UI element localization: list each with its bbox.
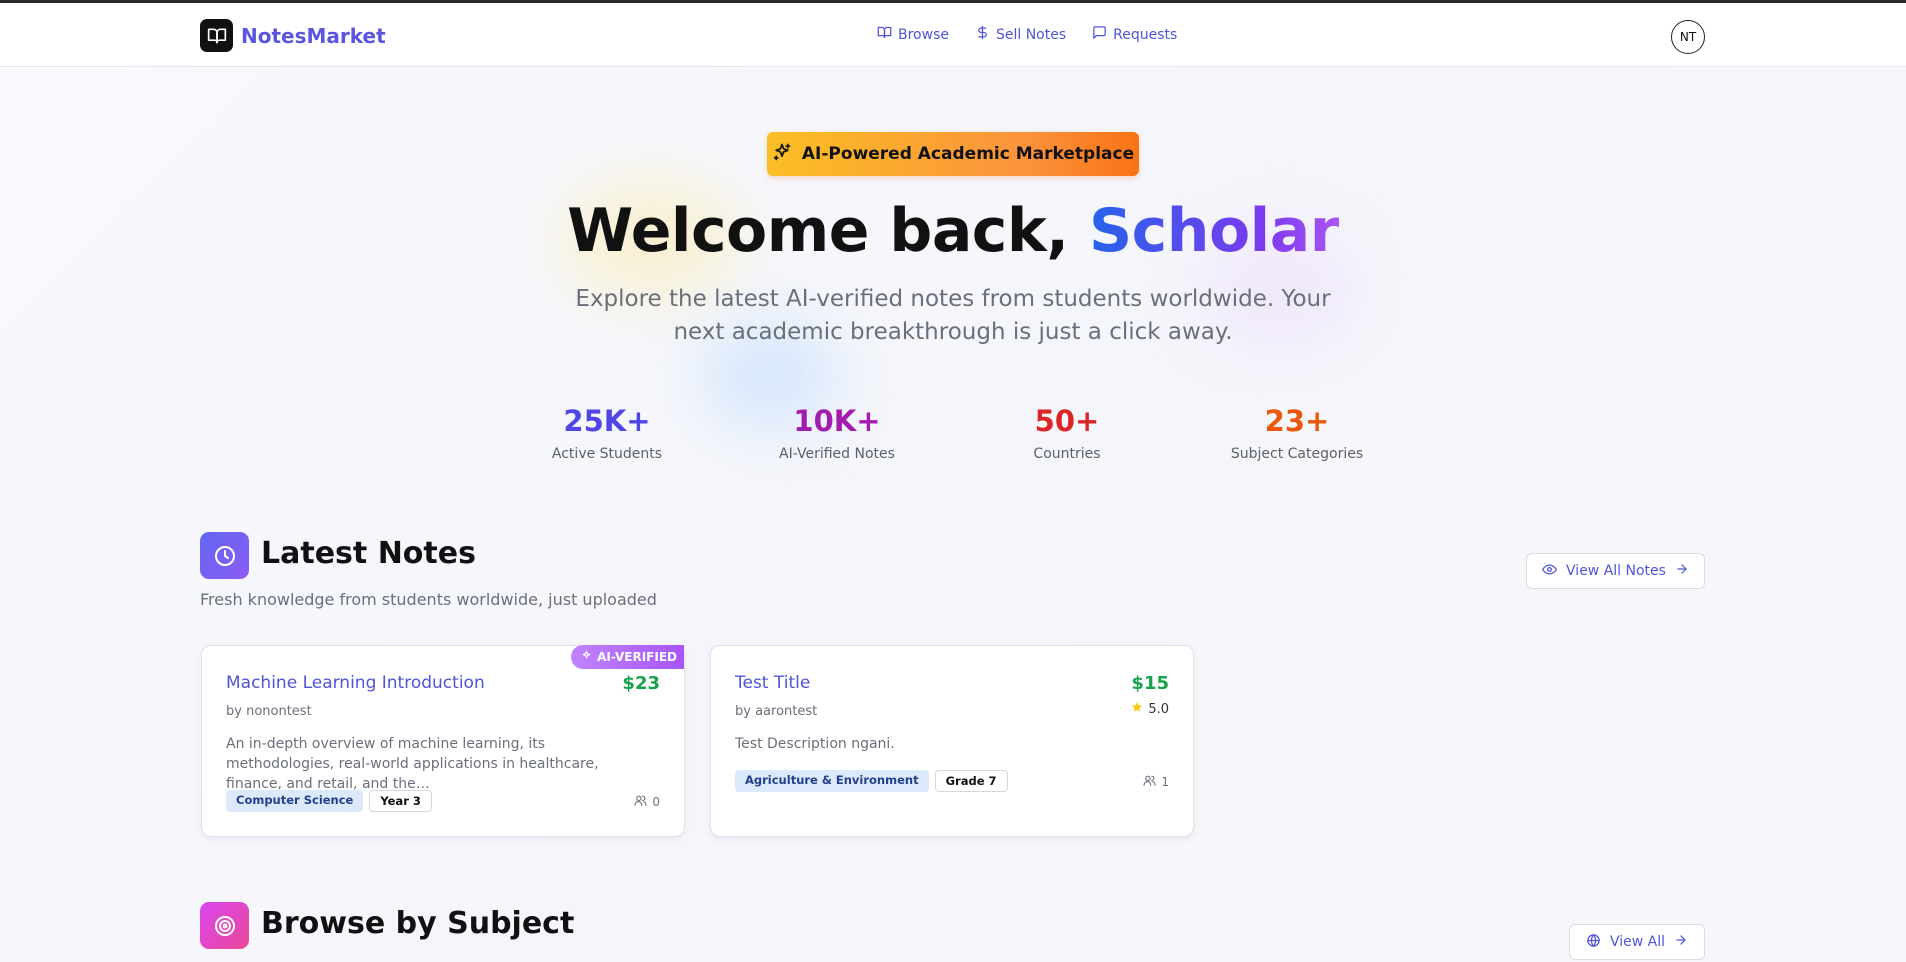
ai-verified-label: AI-VERIFIED	[597, 650, 677, 664]
stat-countries: 50+ Countries	[967, 404, 1167, 462]
ai-verified-badge: AI-VERIFIED	[571, 645, 684, 669]
users-icon	[634, 794, 647, 810]
note-tags: Agriculture & Environment Grade 7	[735, 770, 1008, 792]
subject-tag: Agriculture & Environment	[735, 770, 929, 792]
brand-logo[interactable]: NotesMarket	[200, 19, 386, 52]
book-open-icon	[877, 25, 892, 44]
stat-label: Active Students	[551, 446, 663, 462]
stat-value: 50+	[1034, 404, 1100, 438]
note-card[interactable]: Test Title $15 5.0 by aarontest Test Des…	[710, 645, 1194, 837]
hero-title-highlight: Scholar	[1088, 196, 1339, 266]
latest-notes-subtitle: Fresh knowledge from students worldwide,…	[200, 590, 657, 609]
stat-students: 25K+ Active Students	[507, 404, 707, 462]
stat-label: AI-Verified Notes	[779, 446, 895, 462]
stat-value: 25K+	[563, 404, 651, 438]
latest-notes-title: Latest Notes	[261, 536, 476, 571]
note-price: $23	[622, 673, 660, 694]
sparkles-icon	[581, 650, 592, 664]
nav-sell-notes-label: Sell Notes	[995, 26, 1067, 43]
note-title[interactable]: Machine Learning Introduction	[226, 673, 485, 693]
star-icon	[1131, 701, 1143, 717]
globe-icon	[1586, 933, 1601, 952]
note-card[interactable]: AI-VERIFIED Machine Learning Introductio…	[201, 645, 685, 837]
users-icon	[1143, 774, 1156, 790]
level-tag: Grade 7	[934, 770, 1008, 792]
nav-browse[interactable]: Browse	[877, 25, 949, 44]
arrow-right-icon	[1675, 562, 1689, 580]
stat-categories: 23+ Subject Categories	[1197, 404, 1397, 462]
note-title[interactable]: Test Title	[735, 673, 810, 693]
sparkles-icon	[772, 142, 792, 167]
note-author: by nonontest	[226, 704, 312, 719]
note-description: An in-depth overview of machine learning…	[226, 736, 599, 792]
stat-label: Subject Categories	[1230, 446, 1364, 462]
note-tags: Computer Science Year 3	[226, 790, 432, 812]
message-icon	[1092, 25, 1107, 44]
nav-requests-label: Requests	[1113, 26, 1178, 43]
main-nav: Browse Sell Notes Requests	[877, 25, 1177, 44]
target-icon	[200, 902, 249, 949]
note-rating-value: 5.0	[1148, 701, 1169, 717]
browse-subject-title: Browse by Subject	[261, 906, 575, 941]
hero-badge: AI-Powered Academic Marketplace	[767, 132, 1139, 176]
hero-title: Welcome back, Scholar	[0, 196, 1906, 266]
clock-icon	[200, 532, 249, 579]
hero-title-prefix: Welcome back,	[567, 196, 1089, 266]
top-navbar: NotesMarket Browse Sell Notes Requests N…	[0, 3, 1906, 67]
note-description: Test Description ngani.	[735, 736, 895, 752]
arrow-right-icon	[1674, 933, 1688, 951]
buyer-count-value: 0	[652, 795, 660, 809]
view-all-notes-label: View All Notes	[1566, 563, 1666, 579]
note-price: $15	[1131, 673, 1169, 694]
buyer-count-value: 1	[1161, 775, 1169, 789]
eye-icon	[1542, 562, 1558, 581]
stat-label: Countries	[1033, 446, 1101, 462]
dollar-icon	[975, 25, 990, 44]
user-avatar[interactable]: NT	[1671, 20, 1705, 54]
nav-sell-notes[interactable]: Sell Notes	[975, 25, 1066, 44]
brand-name: NotesMarket	[241, 23, 386, 48]
hero-badge-label: AI-Powered Academic Marketplace	[801, 144, 1135, 164]
nav-requests[interactable]: Requests	[1092, 25, 1177, 44]
stat-value: 10K+	[793, 404, 881, 438]
stat-notes: 10K+ AI-Verified Notes	[737, 404, 937, 462]
book-logo-icon	[200, 19, 233, 52]
buyer-count: 1	[1143, 774, 1169, 790]
view-all-notes-button[interactable]: View All Notes	[1526, 553, 1705, 589]
subject-tag: Computer Science	[226, 790, 364, 812]
nav-browse-label: Browse	[898, 26, 949, 43]
buyer-count: 0	[634, 794, 660, 810]
view-all-subjects-button[interactable]: View All	[1569, 924, 1705, 960]
view-all-subjects-label: View All	[1609, 934, 1666, 950]
level-tag: Year 3	[369, 790, 432, 812]
stat-value: 23+	[1264, 404, 1330, 438]
note-rating: 5.0	[1131, 701, 1169, 717]
hero-subtitle: Explore the latest AI-verified notes fro…	[575, 286, 1331, 345]
note-author: by aarontest	[735, 704, 818, 719]
